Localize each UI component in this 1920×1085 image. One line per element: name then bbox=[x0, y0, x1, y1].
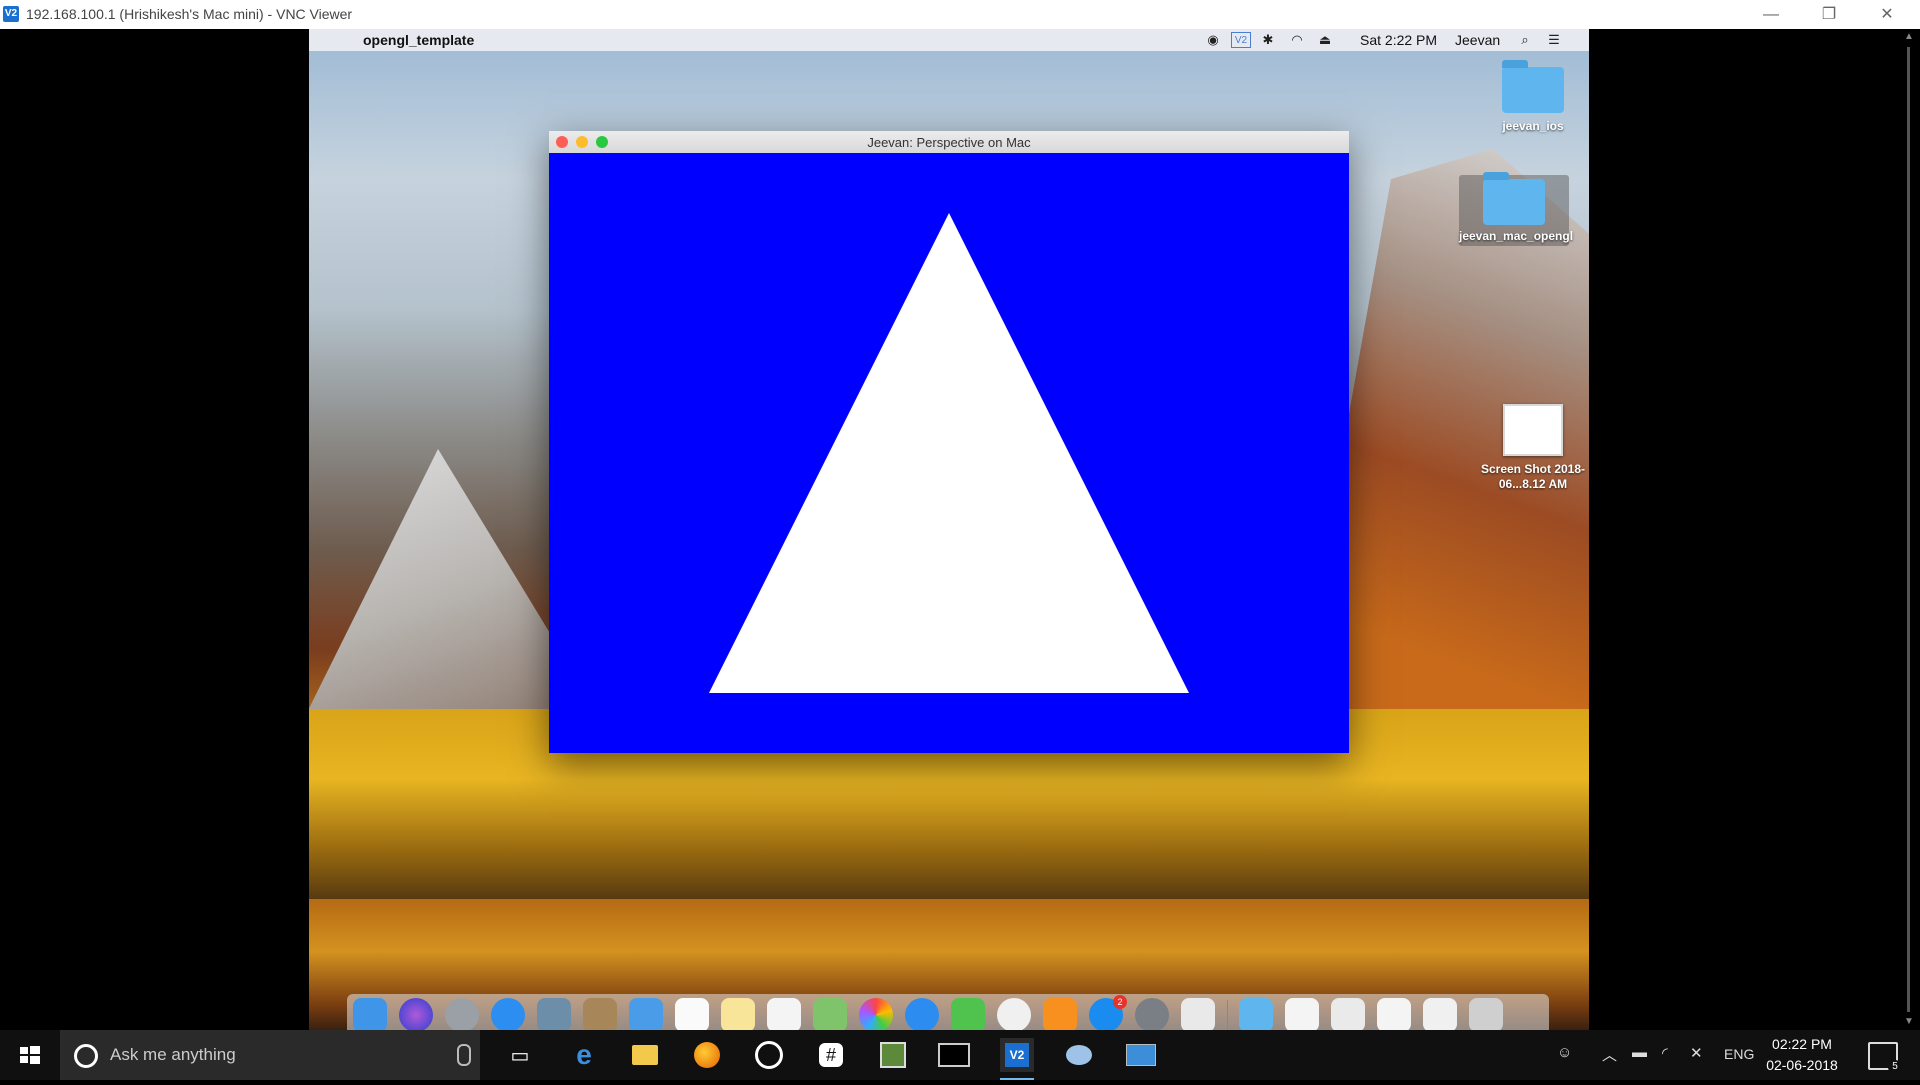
image-thumbnail-icon bbox=[1503, 404, 1563, 456]
finder-icon[interactable] bbox=[353, 998, 387, 1030]
taskbar-date: 02-06-2018 bbox=[1766, 1057, 1838, 1073]
calendar-icon[interactable] bbox=[675, 998, 709, 1030]
xcode-instruments-icon[interactable] bbox=[537, 998, 571, 1030]
vnc-viewer-taskbar-icon[interactable]: V2 bbox=[1000, 1038, 1034, 1080]
command-prompt-icon[interactable] bbox=[937, 1038, 971, 1072]
media-player-icon[interactable] bbox=[752, 1038, 786, 1072]
minimize-button[interactable]: — bbox=[1748, 0, 1794, 29]
wifi-icon[interactable]: ◠ bbox=[1287, 32, 1307, 48]
volume-muted-icon[interactable]: ✕ bbox=[1690, 1044, 1703, 1062]
show-hidden-icons-chevron-icon[interactable]: ︿ bbox=[1602, 1044, 1617, 1065]
network-icon[interactable]: ◜ bbox=[1662, 1044, 1668, 1062]
spotlight-search-icon[interactable]: ⌕ bbox=[1517, 32, 1533, 48]
opengl-canvas[interactable] bbox=[549, 153, 1349, 753]
notification-center-icon[interactable]: ☰ bbox=[1545, 32, 1563, 48]
downloads-folder-icon[interactable] bbox=[1239, 998, 1273, 1030]
control-panel-icon[interactable] bbox=[1124, 1038, 1158, 1072]
rendered-scene bbox=[709, 213, 1189, 693]
textedit-icon[interactable] bbox=[1181, 998, 1215, 1030]
desktop-file-screen-shot[interactable]: Screen Shot 2018-06...8.12 AM bbox=[1478, 404, 1588, 492]
firefox-icon[interactable] bbox=[690, 1038, 724, 1072]
scroll-thumb[interactable] bbox=[1907, 47, 1910, 1012]
scroll-up-icon[interactable]: ▲ bbox=[1898, 29, 1920, 45]
vnc-menu-icon[interactable]: V2 bbox=[1231, 32, 1251, 48]
trash-icon[interactable] bbox=[1469, 998, 1503, 1030]
system-preferences-icon[interactable] bbox=[1135, 998, 1169, 1030]
photos-icon[interactable] bbox=[859, 998, 893, 1030]
cortana-icon bbox=[74, 1044, 98, 1068]
folder-icon bbox=[1483, 172, 1545, 225]
vnc-scrollbar[interactable]: ▲ ▼ bbox=[1898, 29, 1920, 1030]
maps-icon[interactable] bbox=[813, 998, 847, 1030]
mac-dock: 2 bbox=[347, 994, 1549, 1030]
paint-icon[interactable] bbox=[1062, 1038, 1096, 1072]
search-input[interactable]: Ask me anything bbox=[110, 1045, 236, 1065]
siri-icon[interactable] bbox=[399, 998, 433, 1030]
restore-button[interactable]: ❐ bbox=[1806, 0, 1852, 29]
close-button[interactable]: ✕ bbox=[1864, 0, 1910, 29]
notes-icon[interactable] bbox=[721, 998, 755, 1030]
people-icon[interactable]: ☺ bbox=[1557, 1044, 1572, 1061]
taskbar-clock[interactable]: 02:22 PM 02-06-2018 bbox=[1752, 1034, 1852, 1076]
opengl-window[interactable]: Jeevan: Perspective on Mac bbox=[549, 131, 1349, 753]
mac-menubar: opengl_template ◉ V2 ✱ ◠ ⏏ Sat 2:22 PM J… bbox=[309, 29, 1589, 51]
battery-icon[interactable]: ▬ bbox=[1632, 1044, 1647, 1061]
vnc-logo-icon: V2 bbox=[3, 6, 19, 22]
safari-icon[interactable] bbox=[491, 998, 525, 1030]
edge-browser-icon[interactable]: e bbox=[567, 1038, 601, 1072]
notification-count-badge: 5 bbox=[1888, 1060, 1902, 1074]
minimized-window-2-icon[interactable] bbox=[1331, 998, 1365, 1030]
task-view-icon[interactable]: ▭ bbox=[503, 1038, 537, 1072]
microphone-icon[interactable] bbox=[457, 1044, 471, 1066]
slack-icon[interactable]: # bbox=[814, 1038, 848, 1072]
dock-divider bbox=[1227, 1000, 1228, 1030]
app-store-badge: 2 bbox=[1113, 995, 1127, 1009]
ibooks-icon[interactable] bbox=[1043, 998, 1077, 1030]
minimized-window-4-icon[interactable] bbox=[1423, 998, 1457, 1030]
reminders-icon[interactable] bbox=[767, 998, 801, 1030]
app-store-icon[interactable]: 2 bbox=[1089, 995, 1127, 1030]
menubar-user[interactable]: Jeevan bbox=[1455, 32, 1500, 48]
opengl-window-titlebar[interactable]: Jeevan: Perspective on Mac bbox=[549, 131, 1349, 154]
xcode-icon[interactable] bbox=[629, 998, 663, 1030]
itunes-icon[interactable] bbox=[997, 998, 1031, 1030]
minimized-window-3-icon[interactable] bbox=[1377, 998, 1411, 1030]
eject-icon[interactable]: ⏏ bbox=[1316, 32, 1334, 48]
windows-start-icon[interactable] bbox=[0, 1030, 60, 1080]
white-triangle bbox=[709, 213, 1189, 693]
taskbar-time: 02:22 PM bbox=[1772, 1036, 1832, 1052]
desktop-folder-jeevan-mac-opengl[interactable]: jeevan_mac_opengl bbox=[1459, 172, 1573, 246]
messages-icon[interactable] bbox=[905, 998, 939, 1030]
window-title: 192.168.100.1 (Hrishikesh's Mac mini) - … bbox=[26, 6, 353, 22]
cortana-search-box[interactable]: Ask me anything bbox=[60, 1030, 480, 1080]
action-center-icon[interactable]: 5 bbox=[1868, 1042, 1902, 1074]
launchpad-icon[interactable] bbox=[445, 998, 479, 1030]
vnc-titlebar: V2 192.168.100.1 (Hrishikesh's Mac mini)… bbox=[0, 0, 1920, 29]
scroll-down-icon[interactable]: ▼ bbox=[1898, 1014, 1920, 1030]
minimized-window-1-icon[interactable] bbox=[1285, 998, 1319, 1030]
language-indicator[interactable]: ENG bbox=[1724, 1046, 1754, 1062]
menubar-clock[interactable]: Sat 2:22 PM bbox=[1360, 32, 1437, 48]
folder-icon bbox=[1502, 60, 1564, 113]
contacts-icon[interactable] bbox=[583, 998, 617, 1030]
file-explorer-icon[interactable] bbox=[628, 1038, 662, 1072]
opengl-window-title: Jeevan: Perspective on Mac bbox=[867, 135, 1031, 150]
airplay-icon[interactable]: ◉ bbox=[1204, 32, 1222, 48]
apple-menu-icon[interactable] bbox=[329, 32, 343, 48]
facetime-icon[interactable] bbox=[951, 998, 985, 1030]
sync-icon[interactable]: ✱ bbox=[1259, 32, 1277, 48]
windows-taskbar: Ask me anything ▭ e # V2 ☺ ︿ ▬ ◜ ✕ ENG 0… bbox=[0, 1030, 1920, 1080]
image-viewer-icon[interactable] bbox=[876, 1038, 910, 1072]
desktop-folder-jeevan-ios[interactable]: jeevan_ios bbox=[1478, 60, 1588, 134]
remote-mac-screen[interactable]: opengl_template ◉ V2 ✱ ◠ ⏏ Sat 2:22 PM J… bbox=[309, 29, 1589, 1030]
app-menu-name[interactable]: opengl_template bbox=[363, 32, 474, 48]
